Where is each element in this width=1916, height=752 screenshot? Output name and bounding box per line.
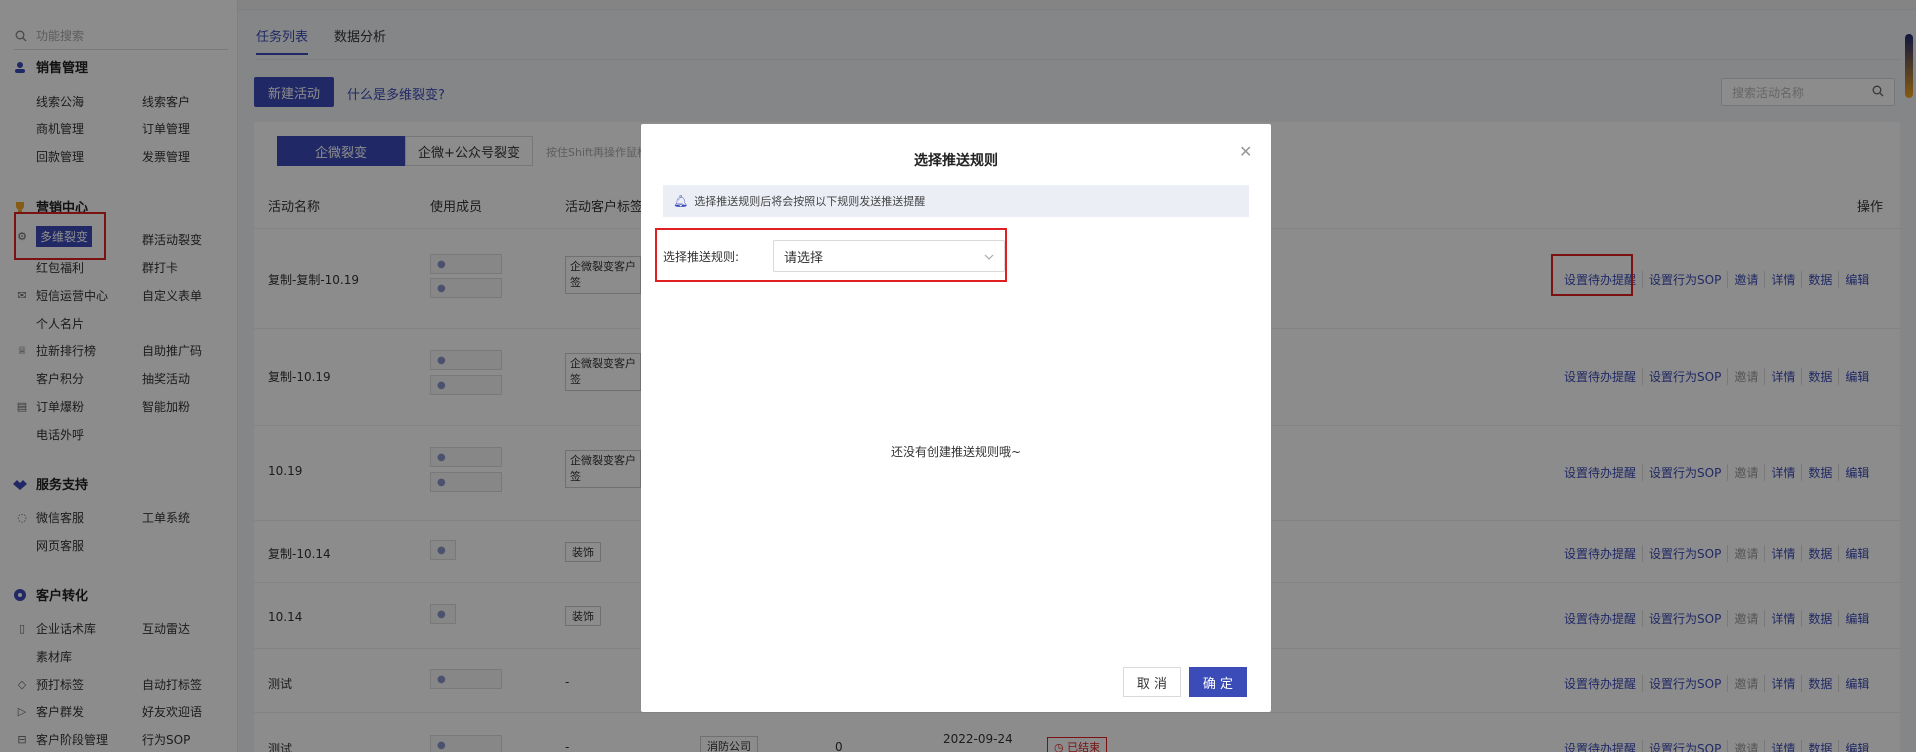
- highlight-box: [655, 228, 1007, 282]
- push-rule-dialog: 选择推送规则 ✕ 🔔︎ 选择推送规则后将会按照以下规则发送推送提醒 选择推送规则…: [641, 124, 1271, 712]
- close-icon[interactable]: ✕: [1239, 142, 1252, 161]
- notice-text: 选择推送规则后将会按照以下规则发送推送提醒: [694, 195, 926, 208]
- empty-state-text: 还没有创建推送规则哦~: [890, 445, 1022, 459]
- confirm-button[interactable]: 确 定: [1189, 667, 1247, 697]
- cancel-button[interactable]: 取 消: [1123, 667, 1181, 697]
- bell-icon: 🔔︎: [673, 194, 689, 208]
- notice-bar: 🔔︎ 选择推送规则后将会按照以下规则发送推送提醒: [663, 185, 1249, 217]
- dialog-title: 选择推送规则: [914, 153, 998, 169]
